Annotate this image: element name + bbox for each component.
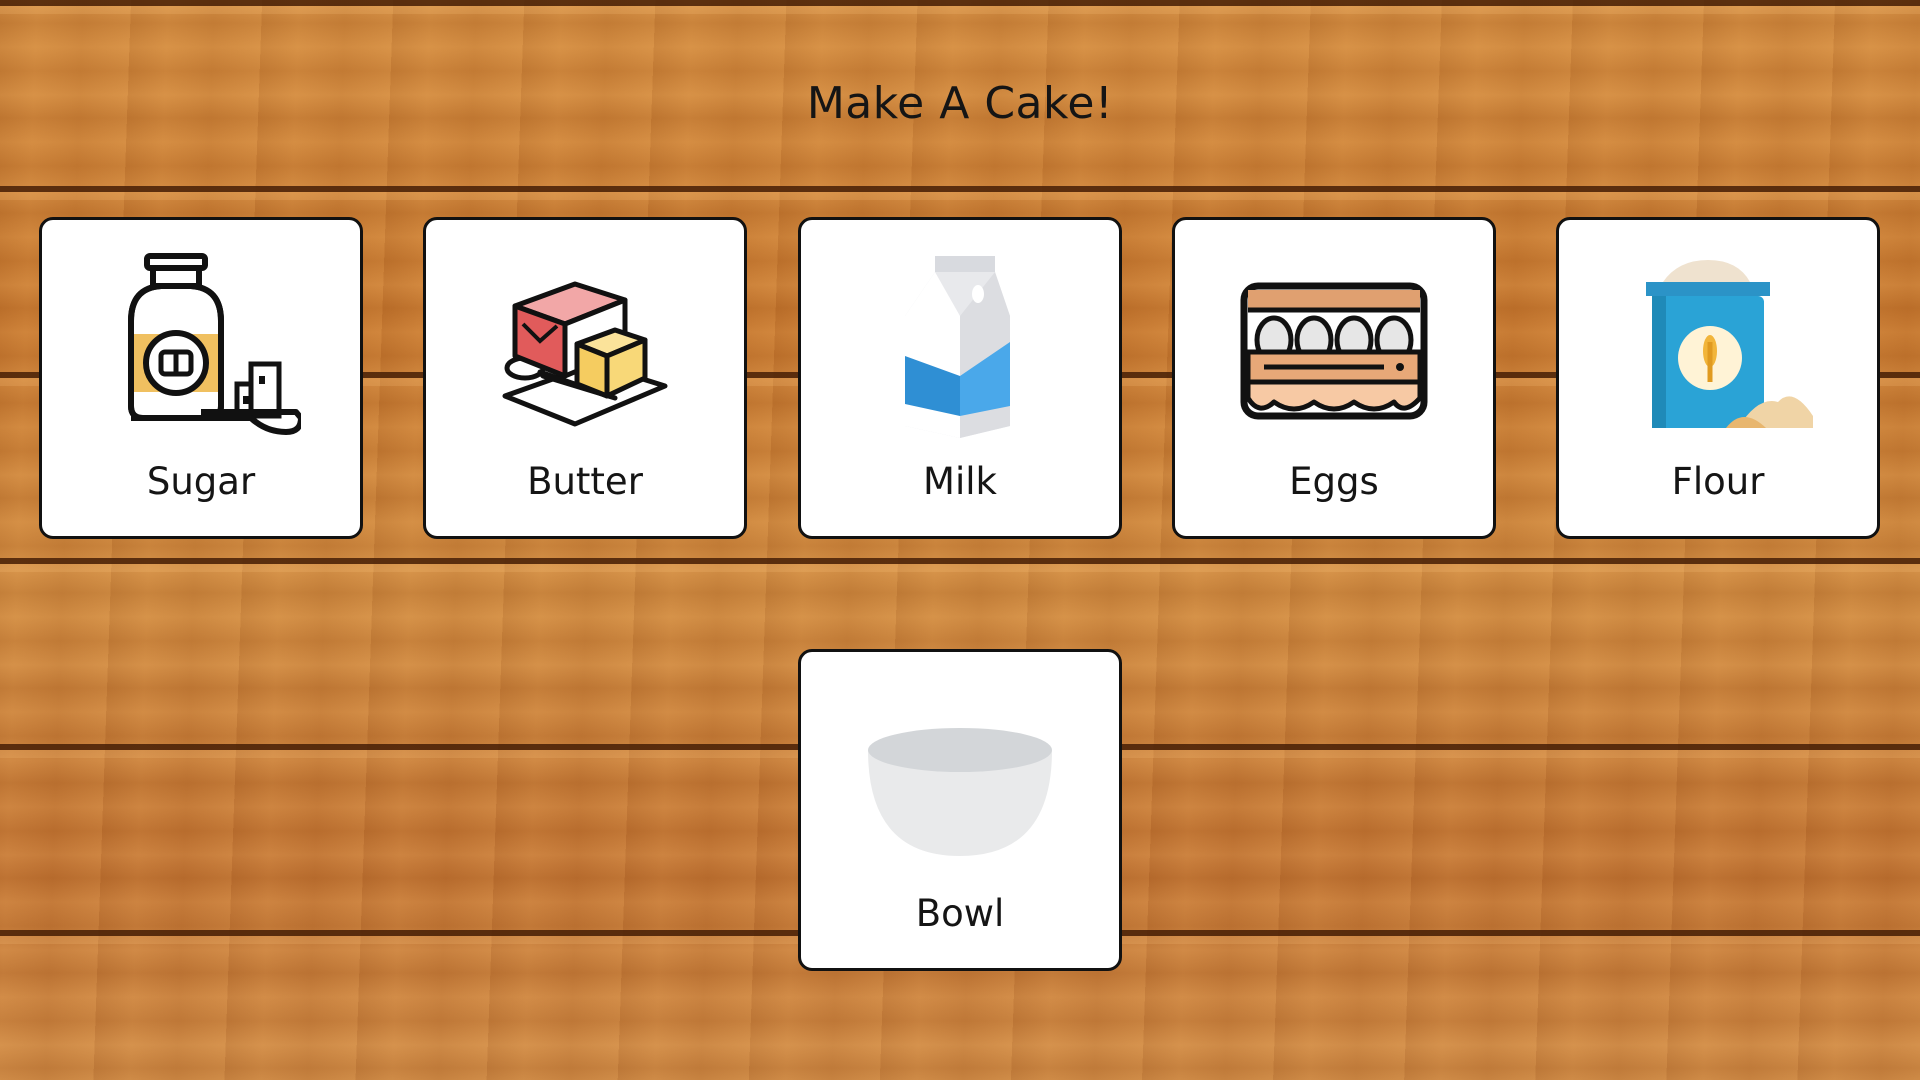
tool-card-bowl[interactable]: Bowl (798, 649, 1122, 971)
ingredient-card-milk[interactable]: Milk (798, 217, 1122, 539)
page-title: Make A Cake! (806, 78, 1114, 129)
ingredient-label: Butter (527, 460, 643, 503)
bowl-icon (868, 728, 1052, 856)
ingredient-card-sugar[interactable]: Sugar (39, 217, 363, 539)
ingredient-card-flour[interactable]: Flour (1556, 217, 1880, 539)
ingredient-label: Milk (923, 460, 997, 503)
egg-carton-icon (1240, 282, 1428, 420)
sugar-jar-icon (128, 253, 301, 435)
ingredient-label: Eggs (1289, 460, 1379, 503)
ingredient-card-eggs[interactable]: Eggs (1172, 217, 1496, 539)
tool-label: Bowl (915, 892, 1005, 935)
ingredient-label: Flour (1671, 460, 1765, 503)
ingredient-card-butter[interactable]: Butter (423, 217, 747, 539)
ingredient-label: Sugar (146, 460, 256, 503)
milk-carton-icon (905, 256, 1010, 438)
flour-sack-icon (1646, 260, 1813, 428)
butter-icon (502, 281, 668, 427)
